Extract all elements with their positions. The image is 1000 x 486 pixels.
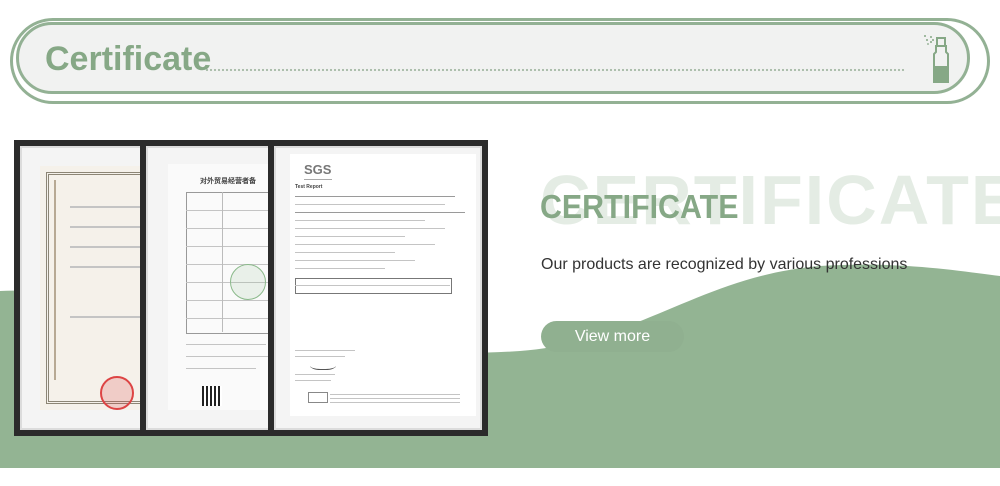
document-heading: 对外贸易经营者备: [200, 178, 256, 185]
certificate-subtitle: Our products are recognized by various p…: [541, 256, 908, 273]
content-section: 对外贸易经营者备 SGS Test Report CERTIFICATE CER…: [0, 106, 1000, 468]
certificate-frame-3: SGS Test Report: [268, 140, 488, 436]
page-title: Certificate: [45, 40, 212, 78]
certificate-heading: CERTIFICATE: [540, 188, 739, 225]
view-more-button[interactable]: View more: [541, 321, 684, 352]
report-title: Test Report: [295, 184, 323, 190]
header-divider: [205, 66, 905, 74]
spray-bottle-icon: [924, 35, 949, 83]
sgs-logo: SGS: [304, 162, 332, 177]
